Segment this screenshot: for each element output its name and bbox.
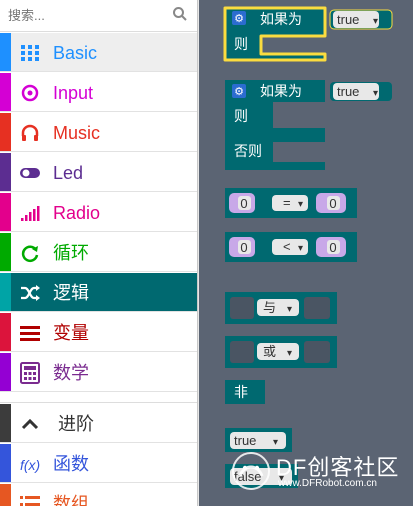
category-color-bar [0,233,11,271]
category-color-bar [0,73,11,111]
dropdown-arrow-icon: ▾ [273,437,278,448]
dropdown-arrow-icon: ▾ [373,16,378,27]
list-icon [20,496,40,506]
toolbox: Basic Input Music Led Radio 循环 逻辑 变量 [0,0,198,506]
function-icon: f(x) [20,457,40,473]
then-label: 则 [234,108,248,124]
category-label: 数学 [53,363,89,383]
category-color-bar [0,273,11,311]
dropdown-arrow-icon: ▾ [373,88,378,99]
category-led[interactable]: Led [0,153,197,192]
category-color-bar [0,113,11,151]
category-color-bar [0,353,11,391]
category-color-bar [0,193,11,231]
left-value: 0 [240,240,247,255]
flyout-canvas: ⚙ 如果为 则 true ▾ ⚙ 如果为 则 否则 true ▾ 0 = ▾ 0… [223,6,393,488]
true-label: true [234,433,256,448]
calculator-icon [20,362,40,384]
and-block[interactable]: 与 ▾ [225,292,337,324]
category-label: 数组 [53,494,89,506]
shuffle-icon [21,285,40,301]
category-functions[interactable]: f(x) 函数 [0,444,197,483]
watermark-url: www.DFRobot.com.cn [278,478,377,489]
watermark: DF创客社区 www.DFRobot.com.cn [224,448,413,496]
right-value: 0 [329,240,336,255]
not-label: 非 [234,384,248,400]
grid-icon [21,45,39,61]
category-input[interactable]: Input [0,73,197,112]
search-bar [0,0,197,32]
category-basic[interactable]: Basic [0,33,197,72]
category-label: 逻辑 [53,283,89,303]
category-label: 变量 [53,323,89,343]
refresh-icon [21,245,39,262]
search-input[interactable] [8,4,168,26]
chevron-up-icon [21,418,39,430]
else-label: 否则 [234,143,262,159]
category-label: Music [53,123,101,143]
if-then-else-block[interactable]: ⚙ 如果为 则 否则 true ▾ [225,80,392,170]
compare-less-block[interactable]: 0 < ▾ 0 [225,232,357,262]
category-color-bar [0,33,11,71]
true-value: true [337,84,359,99]
operator-value: < [283,239,291,254]
right-value: 0 [329,196,336,211]
category-color-bar [0,404,11,442]
then-label: 则 [234,36,248,52]
true-value: true [337,12,359,27]
svg-text:f(x): f(x) [20,457,40,473]
category-advanced[interactable]: 进阶 [0,404,197,443]
category-label: 循环 [53,243,89,263]
headphones-icon [21,124,39,141]
not-block[interactable]: 非 [225,380,265,404]
block-flyout: ⚙ 如果为 则 true ▾ ⚙ 如果为 则 否则 true ▾ 0 = ▾ 0… [199,0,413,506]
dropdown-arrow-icon: ▾ [298,199,303,210]
svg-text:⚙: ⚙ [234,13,244,25]
toolbox-divider [0,393,197,403]
svg-text:⚙: ⚙ [234,86,244,98]
category-color-bar [0,153,11,191]
and-label: 与 [263,300,276,315]
category-loops[interactable]: 循环 [0,233,197,272]
category-math[interactable]: 数学 [0,353,197,392]
category-color-bar [0,313,11,351]
list-lines-icon [20,326,40,341]
signal-bars-icon [21,206,40,221]
if-label: 如果为 [260,11,302,27]
category-label: 函数 [53,454,89,474]
dfrobot-logo-icon [232,452,270,490]
search-icon[interactable] [172,6,188,22]
or-label: 或 [263,344,276,359]
dropdown-arrow-icon: ▾ [287,304,292,315]
category-logic[interactable]: 逻辑 [0,273,197,312]
operator-value: = [283,195,291,210]
category-label: Basic [53,43,98,63]
if-label: 如果为 [260,83,302,99]
dropdown-arrow-icon: ▾ [298,243,303,254]
category-variables[interactable]: 变量 [0,313,197,352]
compare-equal-block[interactable]: 0 = ▾ 0 [225,188,357,218]
category-radio[interactable]: Radio [0,193,197,232]
category-music[interactable]: Music [0,113,197,152]
category-arrays[interactable]: 数组 [0,484,197,506]
category-color-bar [0,484,11,506]
or-block[interactable]: 或 ▾ [225,336,337,368]
category-color-bar [0,444,11,482]
category-label: Radio [53,203,101,223]
if-then-block[interactable]: ⚙ 如果为 则 true ▾ [223,6,393,62]
category-label: Input [53,83,94,103]
category-label: 进阶 [58,414,94,434]
dropdown-arrow-icon: ▾ [287,348,292,359]
toggle-icon [20,168,40,178]
category-label: Led [53,163,84,183]
target-icon [21,84,39,102]
left-value: 0 [240,196,247,211]
